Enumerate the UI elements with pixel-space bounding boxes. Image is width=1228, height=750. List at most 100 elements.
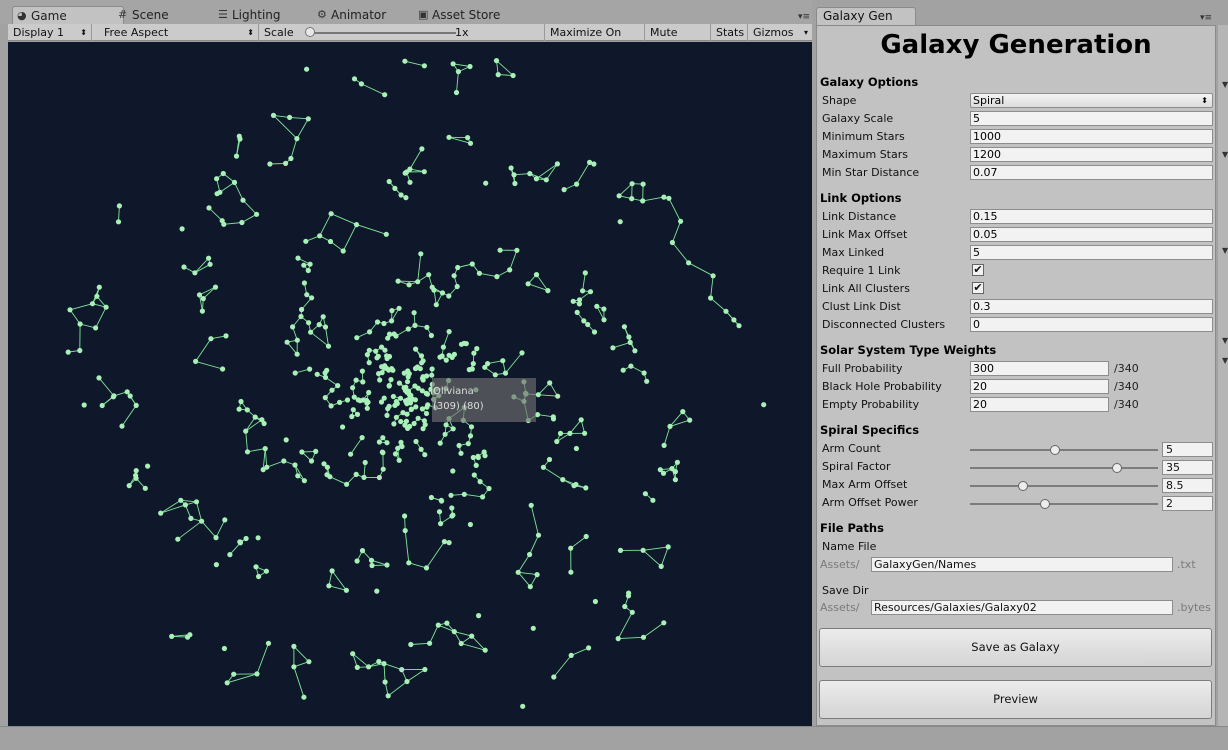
star-system[interactable]: [672, 477, 679, 483]
star-system[interactable]: [402, 513, 408, 519]
star-system[interactable]: [350, 651, 356, 657]
star-system[interactable]: [395, 445, 401, 451]
star-system[interactable]: [527, 584, 533, 590]
star-system[interactable]: [669, 239, 676, 246]
star-system[interactable]: [267, 161, 273, 167]
star-system[interactable]: [237, 540, 243, 546]
star-system[interactable]: [431, 287, 437, 293]
star-system[interactable]: [446, 540, 452, 546]
spiral-factor-slider[interactable]: [970, 467, 1158, 469]
star-system[interactable]: [366, 664, 372, 670]
star-system[interactable]: [213, 535, 219, 541]
star-system[interactable]: [439, 353, 445, 359]
star-system[interactable]: [617, 547, 624, 553]
star-system[interactable]: [440, 344, 446, 350]
star-system[interactable]: [658, 563, 664, 570]
max-arm-offset-slider[interactable]: [970, 485, 1158, 487]
star-system[interactable]: [350, 407, 356, 413]
star-system[interactable]: [309, 295, 315, 301]
star-system[interactable]: [533, 176, 540, 182]
star-system[interactable]: [213, 562, 219, 568]
star-system[interactable]: [99, 402, 105, 409]
star-system[interactable]: [661, 620, 667, 626]
star-system[interactable]: [175, 536, 181, 542]
max-linked-field[interactable]: 5: [970, 245, 1213, 260]
star-system[interactable]: [438, 497, 444, 503]
star-system[interactable]: [731, 317, 737, 323]
star-system[interactable]: [393, 333, 399, 339]
star-system[interactable]: [629, 181, 635, 187]
star-system[interactable]: [419, 146, 425, 152]
star-system[interactable]: [640, 198, 646, 204]
star-system[interactable]: [265, 640, 272, 646]
star-system[interactable]: [396, 380, 402, 386]
star-system[interactable]: [640, 547, 646, 553]
star-system[interactable]: [450, 512, 456, 518]
star-system[interactable]: [354, 558, 360, 564]
star-system[interactable]: [389, 308, 395, 314]
star-system[interactable]: [220, 366, 226, 372]
star-system[interactable]: [231, 671, 237, 677]
star-system[interactable]: [382, 679, 388, 685]
star-system[interactable]: [294, 136, 300, 142]
star-system[interactable]: [374, 588, 380, 594]
star-system[interactable]: [418, 251, 424, 257]
star-system[interactable]: [583, 485, 589, 491]
star-system[interactable]: [381, 395, 387, 401]
star-system[interactable]: [687, 417, 693, 423]
star-system[interactable]: [629, 609, 635, 615]
star-system[interactable]: [404, 678, 410, 685]
star-system[interactable]: [413, 346, 419, 352]
star-system[interactable]: [413, 438, 419, 445]
empty-probability-field[interactable]: 20: [970, 397, 1109, 412]
star-system[interactable]: [386, 178, 392, 185]
star-system[interactable]: [586, 645, 592, 651]
tab-menu-icon[interactable]: ▾≡: [798, 12, 810, 22]
require-1-link-checkbox[interactable]: ✔: [972, 264, 984, 276]
star-system[interactable]: [407, 179, 413, 185]
star-system[interactable]: [415, 279, 421, 285]
star-system[interactable]: [374, 319, 381, 325]
collapse-arrow-icon[interactable]: ▼: [1222, 80, 1228, 89]
star-system[interactable]: [305, 116, 311, 122]
tab-lighting[interactable]: ☰ Lighting: [214, 6, 324, 24]
star-system[interactable]: [263, 568, 269, 574]
star-system[interactable]: [392, 451, 399, 457]
star-system[interactable]: [354, 664, 360, 671]
star-system[interactable]: [206, 255, 212, 261]
star-system[interactable]: [329, 387, 335, 393]
star-system[interactable]: [362, 459, 368, 466]
star-system[interactable]: [438, 521, 444, 527]
star-system[interactable]: [301, 262, 307, 268]
star-system[interactable]: [419, 388, 425, 394]
star-system[interactable]: [321, 461, 327, 467]
star-system[interactable]: [510, 72, 516, 79]
star-system[interactable]: [433, 302, 439, 308]
star-system[interactable]: [307, 366, 313, 372]
star-system[interactable]: [360, 379, 366, 385]
star-system[interactable]: [667, 423, 673, 429]
star-system[interactable]: [364, 352, 370, 358]
star-system[interactable]: [439, 290, 446, 296]
star-system[interactable]: [669, 466, 675, 472]
star-system[interactable]: [482, 453, 488, 459]
star-system[interactable]: [305, 267, 311, 274]
maximize-on-play-toggle[interactable]: Maximize On Play: [544, 24, 645, 56]
star-system[interactable]: [353, 471, 359, 477]
star-system[interactable]: [119, 423, 125, 429]
star-system[interactable]: [328, 403, 334, 409]
star-system[interactable]: [527, 551, 533, 558]
star-system[interactable]: [560, 477, 566, 483]
star-system[interactable]: [480, 494, 486, 500]
star-system[interactable]: [467, 63, 473, 70]
star-system[interactable]: [96, 375, 102, 381]
arm-offset-power-field[interactable]: 2: [1162, 496, 1213, 511]
star-system[interactable]: [632, 348, 638, 354]
star-system[interactable]: [601, 317, 607, 323]
minimum-stars-field[interactable]: 1000: [970, 129, 1213, 144]
star-system[interactable]: [494, 274, 500, 280]
save-as-galaxy-button[interactable]: Save as Galaxy: [819, 628, 1212, 667]
star-system[interactable]: [405, 326, 411, 332]
star-system[interactable]: [254, 671, 260, 677]
panel-menu-icon[interactable]: ▾≡: [1200, 13, 1212, 23]
